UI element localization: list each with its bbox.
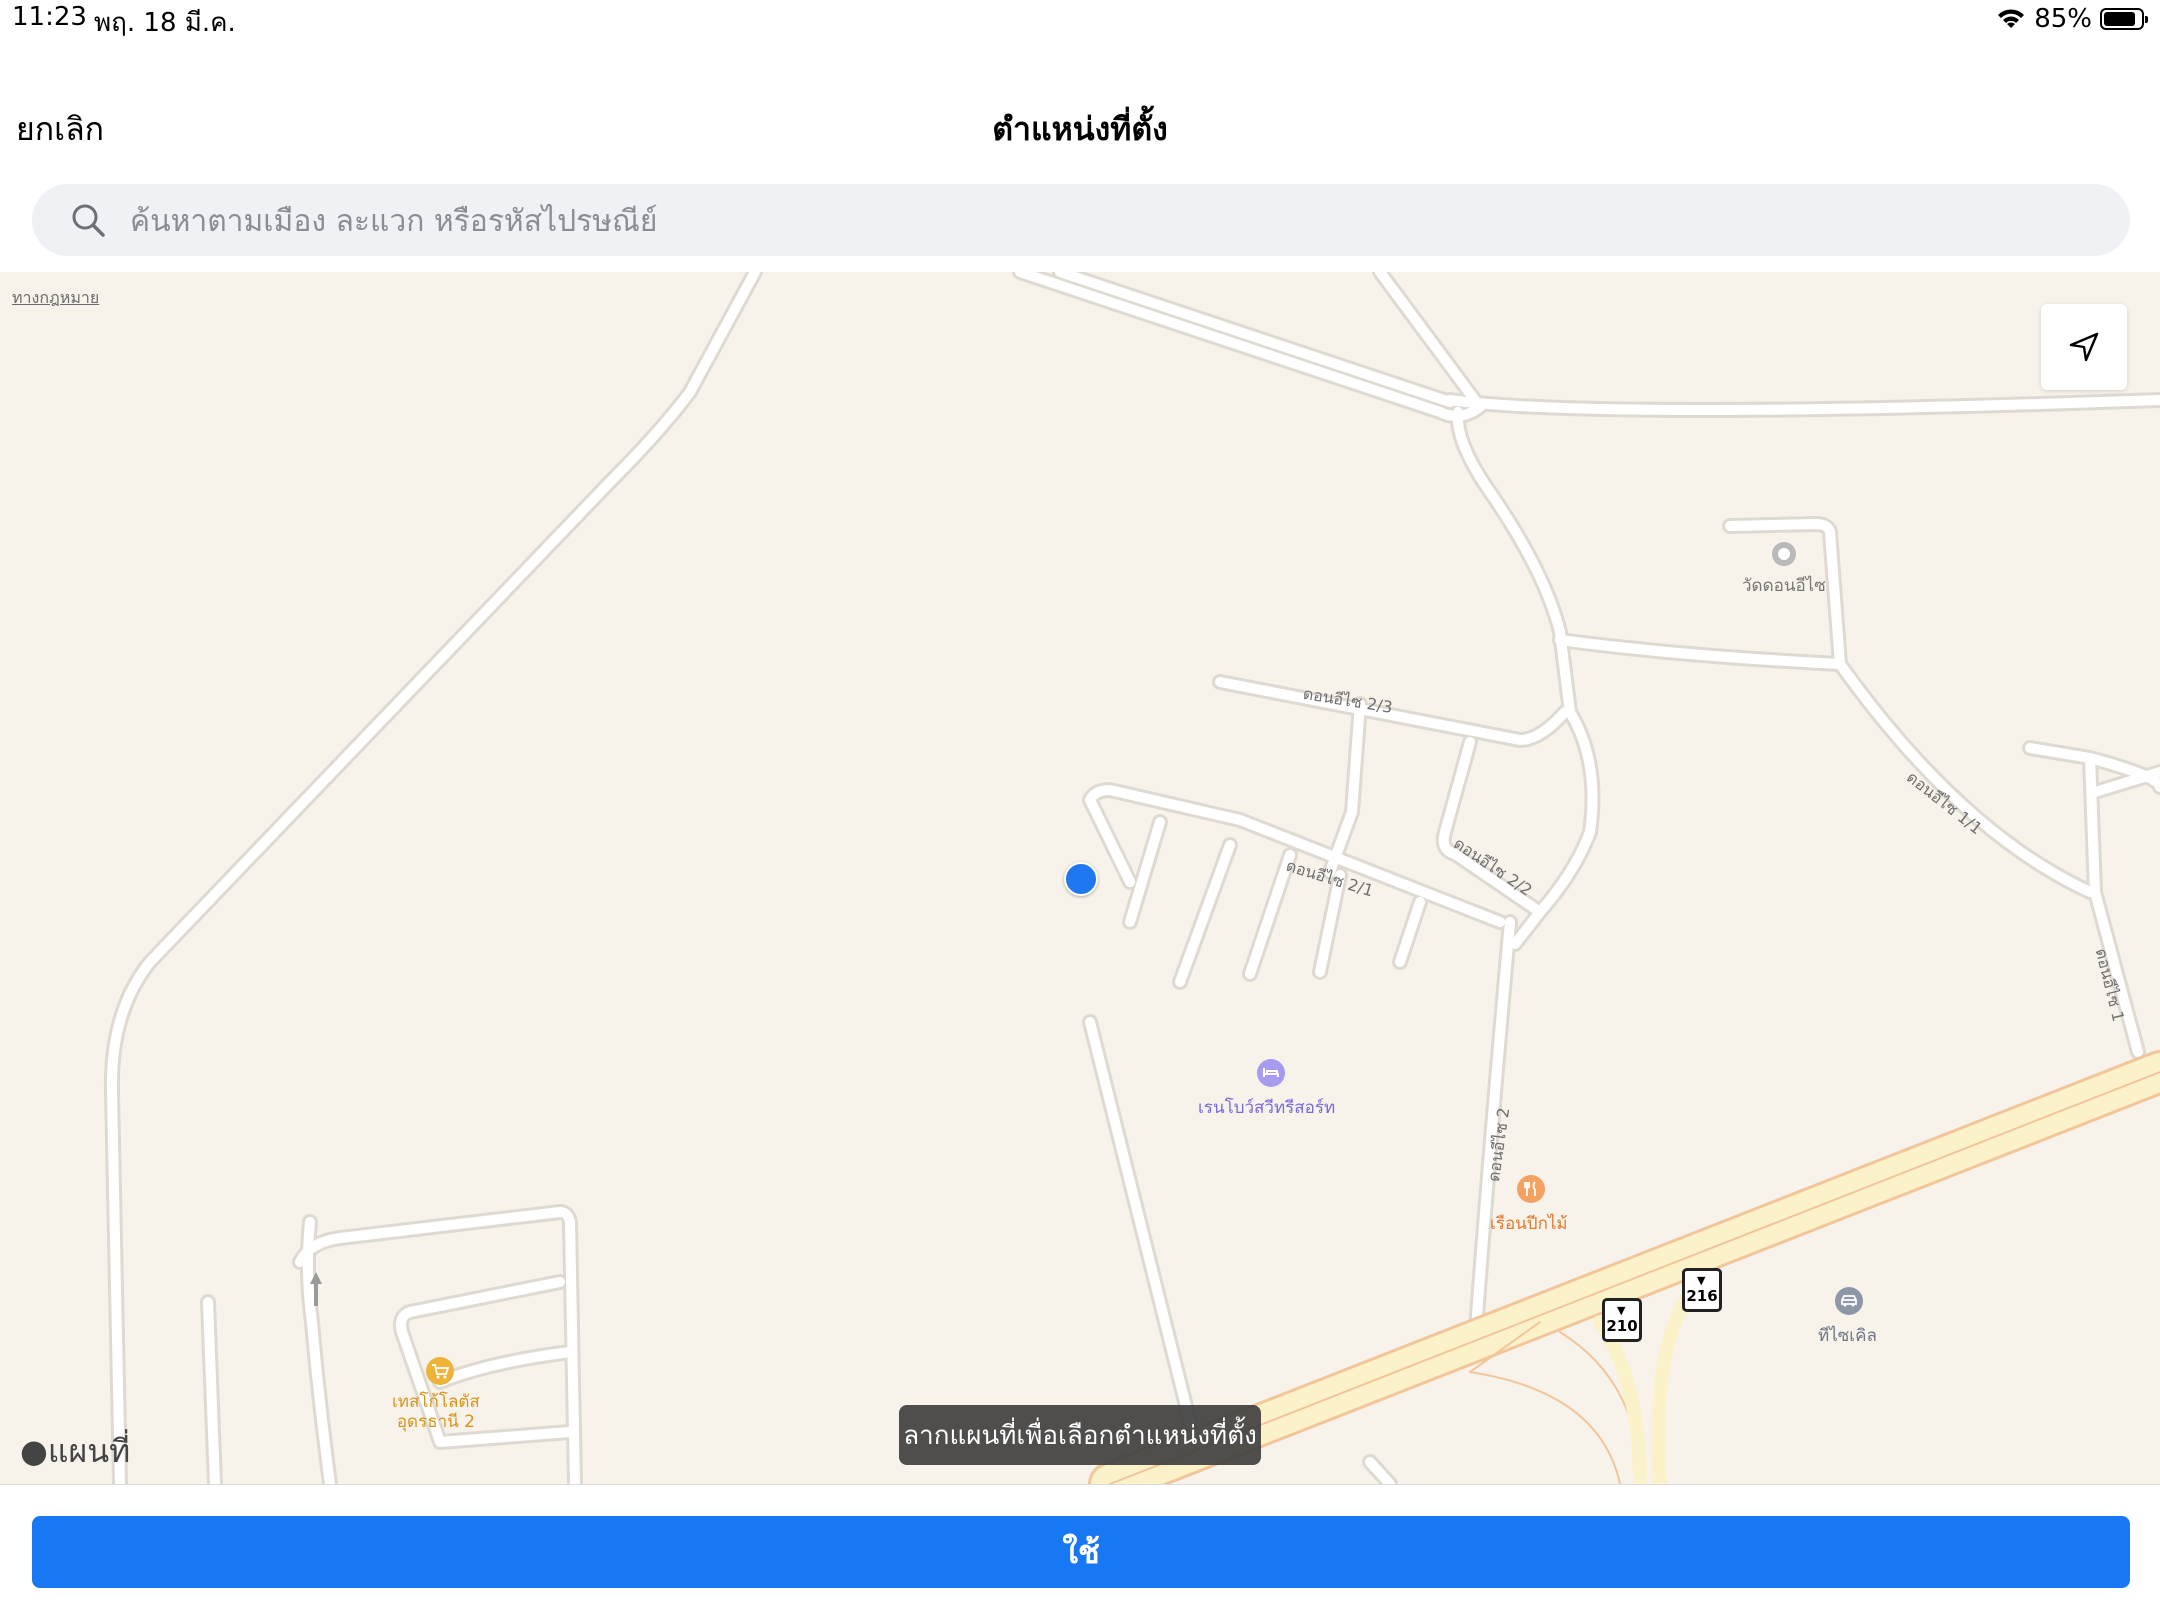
- status-time: 11:23: [12, 2, 87, 32]
- nav-bar: ยกเลิก ตำแหน่งที่ตั้ง: [0, 90, 2160, 160]
- highway-shield-216: ▼ 216: [1682, 1268, 1722, 1312]
- car-icon: [1835, 1287, 1863, 1315]
- status-date: พฤ. 18 มี.ค.: [94, 8, 236, 38]
- maps-brand-label: แผนที่: [47, 1432, 131, 1470]
- highway-shield-210: ▼ 210: [1602, 1298, 1642, 1342]
- search-bar[interactable]: [32, 184, 2130, 258]
- use-button[interactable]: ใช้: [32, 1516, 2130, 1588]
- poi-tesco[interactable]: เทสโก้โลตัส อุดรธานี 2: [392, 1392, 480, 1432]
- search-icon: [72, 204, 105, 237]
- poi-resort[interactable]: เรนโบว์สวีทรีสอร์ท: [1198, 1094, 1335, 1121]
- bottom-divider: [0, 1484, 2160, 1485]
- highway-shield-210-label: 210: [1606, 1317, 1638, 1335]
- hotel-icon: [1257, 1059, 1285, 1087]
- search-input[interactable]: [128, 184, 2092, 258]
- highway-shield-216-label: 216: [1686, 1287, 1718, 1305]
- location-pin[interactable]: [1064, 862, 1098, 896]
- poi-temple[interactable]: วัดดอนอีไซ: [1742, 572, 1826, 599]
- legal-link[interactable]: ทางกฎหมาย: [12, 286, 99, 311]
- shopping-cart-icon: [426, 1357, 454, 1385]
- restaurant-icon: [1517, 1175, 1545, 1203]
- apple-maps-logo: ●แผนที่: [20, 1426, 130, 1477]
- battery-percent: 85%: [2034, 4, 2092, 34]
- battery-icon: [2100, 8, 2148, 30]
- drag-hint: ลากแผนที่เพื่อเลือกตำแหน่งที่ตั้ง: [899, 1405, 1261, 1465]
- poi-restaurant[interactable]: เรือนปีกไม้: [1490, 1210, 1568, 1237]
- map-view[interactable]: ทางกฎหมาย ดอนอีไซ 2/3 ดอนอีไซ 2/1 ดอนอีไ…: [0, 272, 2160, 1484]
- poi-car-service[interactable]: ทีไซเคิล: [1818, 1322, 1877, 1349]
- apple-logo-icon: ●: [20, 1432, 48, 1470]
- wifi-icon: [1998, 9, 2025, 28]
- status-right: 85%: [1996, 4, 2148, 34]
- poi-tesco-line2: อุดรธานี 2: [396, 1412, 475, 1432]
- page-title: ตำแหน่งที่ตั้ง: [992, 110, 1168, 148]
- location-arrow-icon: [2069, 332, 2099, 362]
- poi-tesco-line1: เทสโก้โลตัส: [392, 1392, 480, 1412]
- locate-button[interactable]: [2041, 304, 2127, 390]
- status-bar: 11:23 พฤ. 18 มี.ค. 85%: [0, 0, 2160, 40]
- temple-icon: [1772, 542, 1796, 566]
